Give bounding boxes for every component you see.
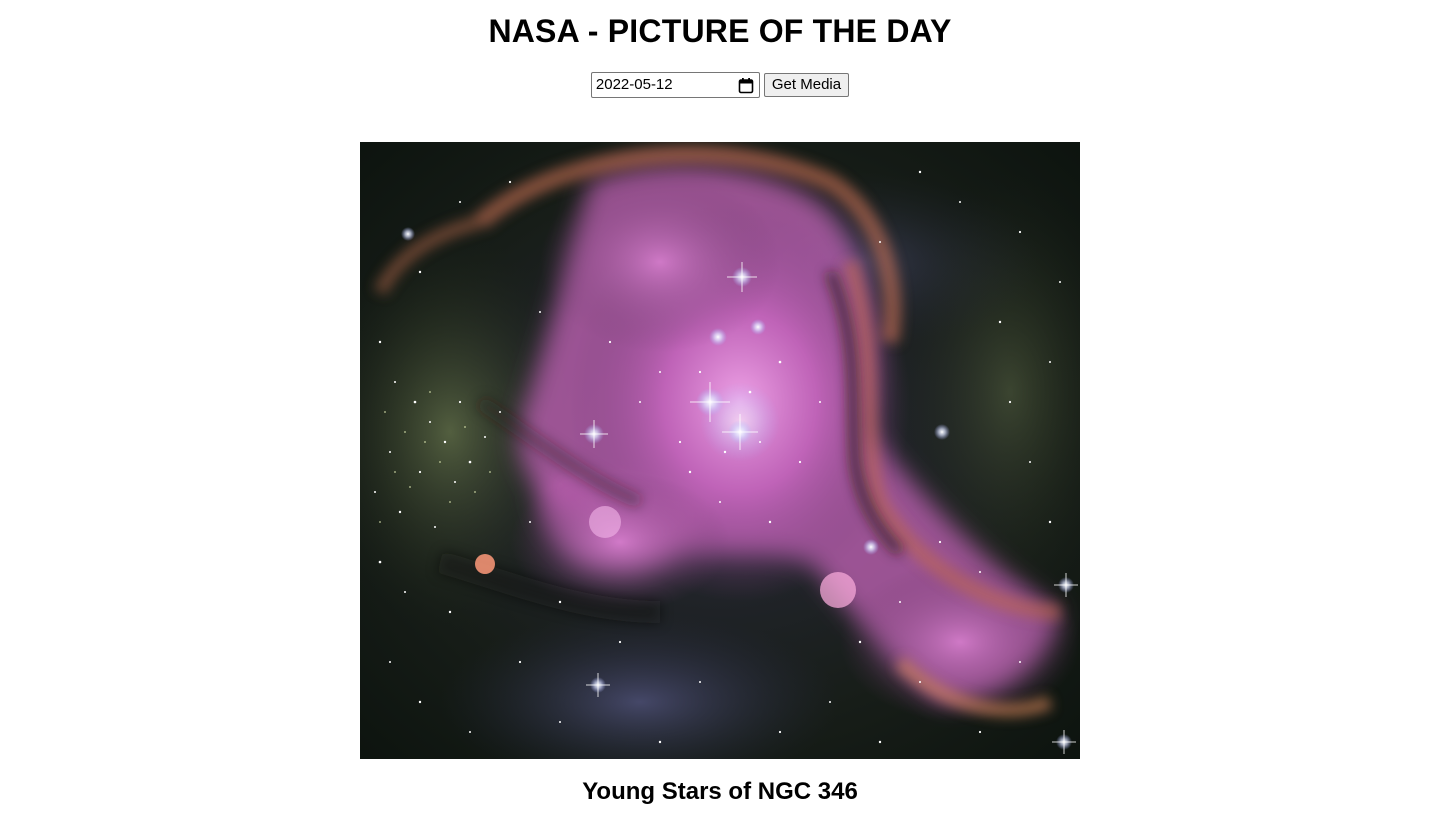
apod-page: NASA - PICTURE OF THE DAY 2022-05-12 Get…: [0, 0, 1440, 821]
apod-image: [360, 142, 1080, 759]
page-title: NASA - PICTURE OF THE DAY: [488, 13, 952, 49]
date-input-value: 2022-05-12: [595, 76, 673, 93]
media-title: Young Stars of NGC 346: [582, 778, 858, 805]
get-media-button[interactable]: Get Media: [763, 73, 850, 97]
calendar-icon[interactable]: [738, 77, 754, 94]
nebula-image: [360, 142, 1080, 759]
date-controls: 2022-05-12 Get Media: [0, 72, 1440, 98]
date-input[interactable]: 2022-05-12: [590, 72, 760, 98]
